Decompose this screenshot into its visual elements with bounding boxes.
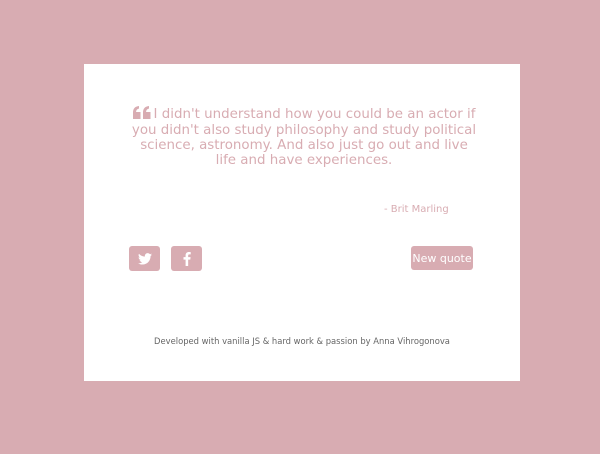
quote-left-icon bbox=[132, 106, 151, 123]
new-quote-button[interactable]: New quote bbox=[411, 246, 473, 270]
tweet-button[interactable] bbox=[129, 246, 160, 271]
footer-credit: Developed with vanilla JS & hard work & … bbox=[154, 336, 450, 346]
quote-author: - Brit Marling bbox=[384, 204, 449, 215]
quote-card: I didn't understand how you could be an … bbox=[84, 64, 520, 381]
facebook-icon bbox=[183, 251, 191, 266]
share-facebook-button[interactable] bbox=[171, 246, 202, 271]
quote-block: I didn't understand how you could be an … bbox=[128, 106, 480, 168]
quote-text: I didn't understand how you could be an … bbox=[131, 107, 477, 168]
twitter-icon bbox=[137, 252, 152, 265]
